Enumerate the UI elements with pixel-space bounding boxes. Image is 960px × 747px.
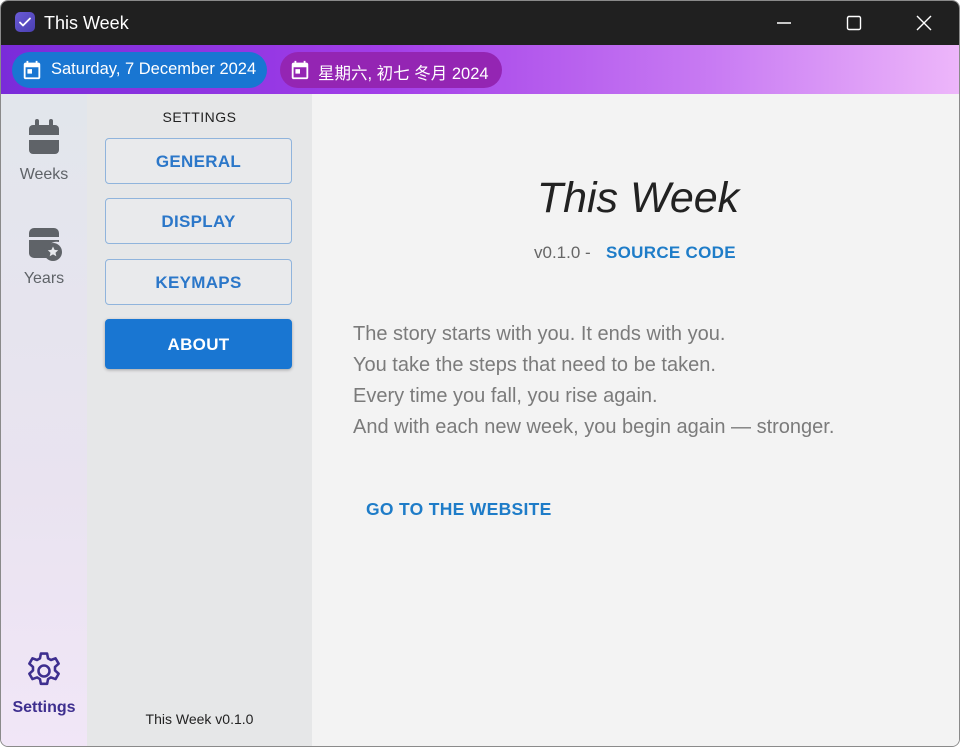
keymaps-button[interactable]: KEYMAPS xyxy=(105,259,292,305)
title-bar[interactable]: This Week xyxy=(1,1,959,45)
app-window: This Week Saturday, 7 December 2024 星期六,… xyxy=(0,0,960,747)
date-header: Saturday, 7 December 2024 星期六, 初七 冬月 202… xyxy=(1,45,959,94)
rail-item-settings[interactable]: Settings xyxy=(1,649,87,729)
minimize-icon xyxy=(777,22,791,24)
story-line: And with each new week, you begin again … xyxy=(353,416,835,438)
calendar-icon xyxy=(23,60,41,80)
story-line: You take the steps that need to be taken… xyxy=(353,354,716,376)
rail-label-settings: Settings xyxy=(12,699,76,716)
about-content: This Week v0.1.0 - SOURCE CODE The story… xyxy=(312,94,959,746)
close-button[interactable] xyxy=(889,1,959,45)
version-footer: This Week v0.1.0 xyxy=(145,711,254,727)
lunar-date-text: 星期六, 初七 冬月 2024 xyxy=(318,65,489,83)
rail-item-weeks[interactable]: Weeks xyxy=(1,116,87,196)
story-line: Every time you fall, you rise again. xyxy=(353,385,658,407)
settings-heading: SETTINGS xyxy=(162,109,237,125)
rail-item-years[interactable]: Years xyxy=(1,220,87,300)
rail-label-weeks: Weeks xyxy=(19,166,69,183)
story-text: The story starts with you. It ends with … xyxy=(353,322,834,446)
rail-label-years: Years xyxy=(23,270,65,287)
gregorian-date-chip[interactable]: Saturday, 7 December 2024 xyxy=(12,52,267,88)
maximize-button[interactable] xyxy=(819,1,889,45)
calendar-star-icon xyxy=(29,228,62,261)
display-button[interactable]: DISPLAY xyxy=(105,198,292,244)
general-button[interactable]: GENERAL xyxy=(105,138,292,184)
lunar-date-chip[interactable]: 星期六, 初七 冬月 2024 xyxy=(280,52,502,88)
gregorian-date-text: Saturday, 7 December 2024 xyxy=(51,60,257,78)
maximize-icon xyxy=(846,15,862,31)
calendar-week-icon xyxy=(29,119,59,154)
about-title: This Week xyxy=(536,174,740,222)
website-link[interactable]: GO TO THE WEBSITE xyxy=(366,499,552,520)
source-code-link[interactable]: SOURCE CODE xyxy=(606,243,736,263)
about-button[interactable]: ABOUT xyxy=(105,319,292,369)
story-line: The story starts with you. It ends with … xyxy=(353,323,726,345)
navigation-rail: Weeks Years Settings xyxy=(1,94,87,746)
window-title: This Week xyxy=(44,13,129,33)
gear-icon xyxy=(28,652,60,686)
version-label: v0.1.0 - xyxy=(534,243,591,262)
close-icon xyxy=(916,15,932,31)
settings-panel: SETTINGS GENERAL DISPLAY KEYMAPS ABOUT T… xyxy=(87,94,312,746)
calendar-icon xyxy=(291,60,309,80)
minimize-button[interactable] xyxy=(749,1,819,45)
app-check-icon xyxy=(15,12,35,32)
